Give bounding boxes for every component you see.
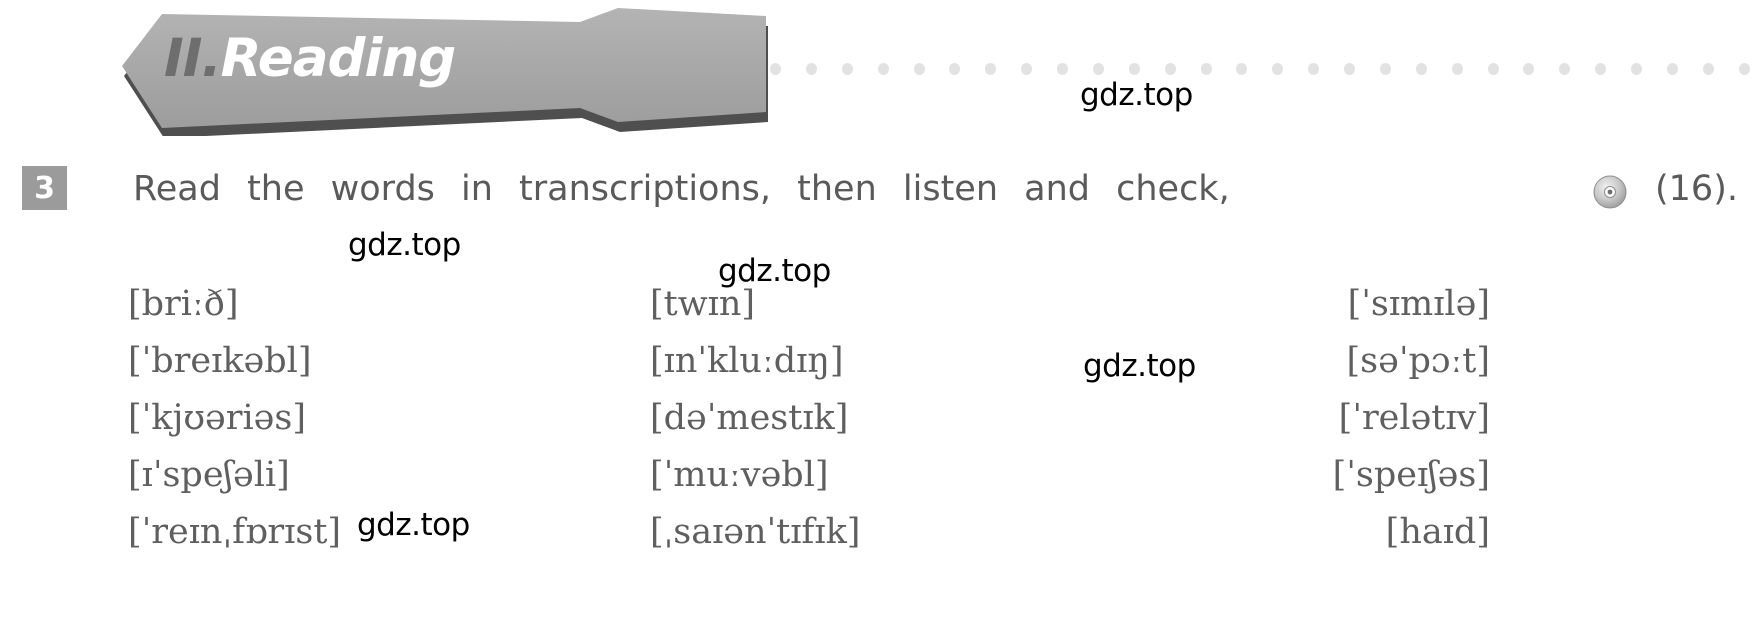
rule-dot — [1451, 63, 1463, 75]
rule-dot — [1523, 63, 1535, 75]
rule-dot — [1236, 63, 1248, 75]
rule-dot — [1487, 63, 1499, 75]
dotted-rule — [770, 62, 1750, 76]
rule-dot — [985, 63, 997, 75]
task-row: 3 Read the words in transcriptions, then… — [0, 158, 1758, 220]
rule-dot — [1128, 63, 1140, 75]
rule-dot — [1344, 63, 1355, 75]
rule-dot — [913, 63, 925, 75]
transcription-item: [ˌsaɪənˈtɪfɪk] — [650, 512, 861, 552]
rule-dot — [805, 63, 817, 75]
cd-disc-icon — [1593, 175, 1627, 209]
rule-dot — [1200, 63, 1212, 75]
section-header: II.Reading — [0, 0, 1758, 140]
transcription-item: [dəˈmestɪk] — [650, 398, 849, 438]
task-number-badge: 3 — [22, 166, 67, 210]
transcription-item: [ˈkjʊəriəs] — [128, 398, 307, 438]
rule-dot — [1631, 63, 1642, 75]
rule-dot — [1738, 63, 1750, 75]
task-instruction: Read the words in transcriptions, then l… — [133, 169, 1230, 209]
transcription-item: [ˈspeɪʃəs] — [1332, 455, 1490, 495]
transcription-item: [twɪn] — [650, 284, 756, 324]
watermark: gdz.top — [1080, 77, 1193, 113]
rule-dot — [877, 63, 889, 75]
rule-dot — [1415, 63, 1427, 75]
rule-dot — [1308, 63, 1320, 75]
transcription-item: [ˈrelətɪv] — [1338, 398, 1490, 438]
rule-dot — [1021, 63, 1033, 75]
rule-dot — [949, 63, 961, 75]
transcription-column-3: [ˈsɪmɪlə] [səˈpɔːt] [ˈrelətɪv] [ˈspeɪʃəs… — [1090, 276, 1490, 561]
transcription-item: [ɪnˈkluːdɪŋ] — [650, 341, 844, 381]
rule-dot — [1057, 63, 1068, 75]
rule-dot — [1272, 63, 1284, 75]
transcription-list: [briːð] [ˈbreɪkəbl] [ˈkjʊəriəs] [ɪˈspeʃə… — [0, 276, 1758, 636]
rule-dot — [1702, 63, 1714, 75]
rule-dot — [1164, 63, 1176, 75]
transcription-item: [ˈbreɪkəbl] — [128, 341, 312, 381]
audio-track-reference: (16). — [1655, 169, 1738, 209]
rule-dot — [1559, 63, 1571, 75]
transcription-item: [haɪd] — [1385, 512, 1490, 552]
transcription-item: [ˈsɪmɪlə] — [1347, 284, 1490, 324]
rule-dot — [1666, 63, 1678, 75]
rule-dot — [1379, 63, 1391, 75]
transcription-item: [ˈmuːvəbl] — [650, 455, 829, 495]
watermark: gdz.top — [348, 227, 461, 263]
section-number: II. — [164, 28, 222, 89]
rule-dot — [1595, 63, 1607, 75]
transcription-item: [briːð] — [128, 284, 239, 324]
transcription-item: [ɪˈspeʃəli] — [128, 455, 290, 495]
banner-text-group: II.Reading — [164, 32, 456, 85]
watermark: gdz.top — [357, 507, 470, 543]
section-banner: II.Reading — [118, 4, 784, 136]
rule-dot — [770, 63, 781, 75]
section-title: Reading — [220, 28, 457, 89]
watermark: gdz.top — [1083, 348, 1196, 384]
rule-dot — [1092, 63, 1104, 75]
transcription-column-2: [twɪn] [ɪnˈkluːdɪŋ] [dəˈmestɪk] [ˈmuːvəb… — [650, 276, 1010, 561]
rule-dot — [841, 63, 853, 75]
